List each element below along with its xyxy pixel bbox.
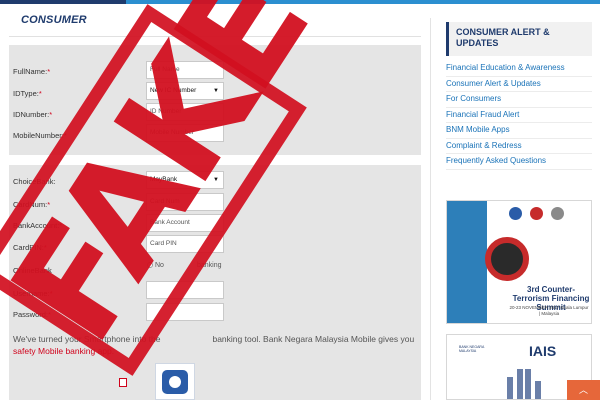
skyline-graphic: [507, 377, 513, 399]
section-title: CONSUMER: [21, 14, 87, 26]
sidebar-link-for-consumers[interactable]: For Consumers: [446, 92, 592, 108]
sidebar-link-consumer-alert[interactable]: Consumer Alert & Updates: [446, 77, 592, 92]
scroll-top-button[interactable]: ︿: [567, 380, 600, 400]
sidebar-link-complaint[interactable]: Complaint & Redress: [446, 139, 592, 154]
column-divider: [430, 18, 431, 400]
consumer-alert-header: CONSUMER ALERT & UPDATES: [446, 22, 592, 56]
summit-ring-graphic: [485, 237, 529, 281]
idtype-label: IDType:*: [13, 89, 42, 98]
sidebar-link-financial-education[interactable]: Financial Education & Awareness: [446, 61, 592, 77]
bnm-app-icon[interactable]: [155, 363, 195, 400]
idnumber-label: IDNumber:*: [13, 110, 53, 119]
sidebar-links: Financial Education & Awareness Consumer…: [446, 61, 592, 170]
bnm-logo: BANK NEGARA MALAYSIA: [459, 345, 485, 353]
sidebar-link-mobile-apps[interactable]: BNM Mobile Apps: [446, 123, 592, 139]
checkbox[interactable]: [119, 378, 127, 387]
page: CONSUMER FullName:* Full Name IDType:* N…: [0, 0, 600, 400]
sidebar-link-fraud-alert[interactable]: Financial Fraud Alert: [446, 108, 592, 123]
iais-logo: IAIS: [529, 343, 557, 359]
summit-date: 20-23 NOVEMBER 2017 Kuala Lumpur | Malay…: [509, 305, 589, 316]
chevron-up-icon: ︿: [578, 385, 588, 395]
sidebar-title: CONSUMER ALERT & UPDATES: [456, 27, 550, 48]
partner-logos: [509, 207, 589, 225]
sidebar-link-faq[interactable]: Frequently Asked Questions: [446, 154, 592, 170]
fullname-label: FullName:*: [13, 67, 51, 76]
summit-banner[interactable]: 3rd Counter-Terrorism Financing Summit 2…: [446, 200, 592, 324]
